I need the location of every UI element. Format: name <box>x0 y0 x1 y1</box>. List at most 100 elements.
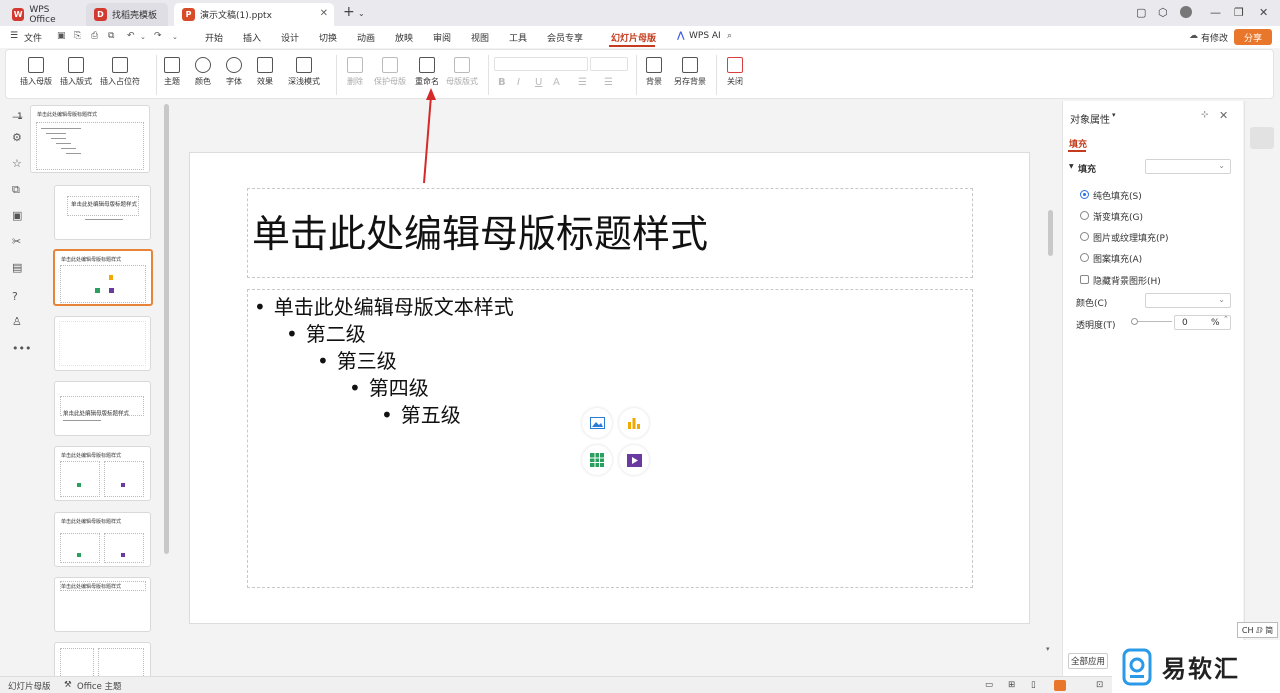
undo-dropdown-icon[interactable]: ⌄ <box>140 33 146 41</box>
preview-icon[interactable]: ⧉ <box>108 31 114 41</box>
insert-chart-button[interactable] <box>619 408 649 438</box>
text-level-4[interactable]: 第四级 <box>349 372 429 401</box>
effects-button[interactable]: 效果 <box>257 57 273 87</box>
collapse-sidebar-icon[interactable]: — <box>12 110 23 123</box>
close-master-button[interactable]: 关闭 <box>727 57 743 87</box>
ime-indicator[interactable]: CH ⅅ 简 <box>1237 622 1278 638</box>
menu-slide-master[interactable]: 幻灯片母版 <box>611 31 656 44</box>
tab-wps-office[interactable]: W WPS Office <box>4 3 84 26</box>
share-button[interactable]: 分享 <box>1234 29 1272 45</box>
image-icon[interactable]: ▣ <box>12 209 22 222</box>
customize-dropdown-icon[interactable]: ⌄ <box>172 33 178 41</box>
avatar[interactable] <box>1180 6 1192 18</box>
reading-view-icon[interactable]: ▯ <box>1031 680 1036 690</box>
transparency-slider-handle[interactable] <box>1131 318 1138 325</box>
menu-design[interactable]: 设计 <box>281 31 299 44</box>
thumb-layout-section[interactable]: 单击此处编辑母版标题样式 <box>54 381 151 436</box>
protect-master-button[interactable]: 保护母版 <box>374 57 406 87</box>
props-header[interactable]: 对象属性 <box>1070 111 1110 126</box>
menu-icon[interactable]: ☰ <box>10 31 18 41</box>
cube-icon[interactable]: ⬡ <box>1158 6 1168 19</box>
color-select[interactable]: ⌄ <box>1145 293 1231 308</box>
tab-dropdown-icon[interactable]: ⌄ <box>358 9 365 18</box>
minimize-icon[interactable]: — <box>1210 6 1221 19</box>
menu-view[interactable]: 视图 <box>471 31 489 44</box>
star-icon[interactable]: ☆ <box>12 157 22 170</box>
numbering-icon[interactable]: ☰ <box>604 77 613 88</box>
colors-button[interactable]: 颜色 <box>195 57 211 87</box>
menu-file[interactable]: 文件 <box>24 31 42 44</box>
insert-table-button[interactable] <box>582 445 612 475</box>
play-slideshow-icon[interactable] <box>1054 680 1066 691</box>
save-background-button[interactable]: 另存背景 <box>674 57 706 87</box>
radio-solid-fill[interactable] <box>1080 190 1089 199</box>
sorter-view-icon[interactable]: ⊞ <box>1008 680 1015 690</box>
font-name-select[interactable] <box>494 57 588 71</box>
pin-icon[interactable]: ⊹ <box>1201 110 1209 120</box>
thumbnail-scrollbar[interactable] <box>164 104 169 554</box>
normal-view-icon[interactable]: ▭ <box>985 680 993 690</box>
radio-picture-fill[interactable] <box>1080 232 1089 241</box>
thumb-master[interactable]: 单击此处编辑母版标题样式 <box>30 105 150 173</box>
insert-picture-button[interactable] <box>582 408 612 438</box>
theme-button[interactable]: 主题 <box>164 57 180 87</box>
insert-layout-button[interactable]: 插入版式 <box>60 57 92 87</box>
insert-master-button[interactable]: 插入母版 <box>20 57 52 87</box>
menu-slideshow[interactable]: 放映 <box>395 31 413 44</box>
menu-home[interactable]: 开始 <box>205 31 223 44</box>
scroll-down-icon[interactable]: ▾ <box>1046 645 1050 653</box>
search-icon[interactable]: ⌕ <box>727 31 732 41</box>
close-window-icon[interactable]: ✕ <box>1259 6 1268 19</box>
shirt-icon[interactable]: ♙ <box>12 315 22 328</box>
transparency-slider-track[interactable] <box>1138 321 1172 322</box>
menu-wps-ai[interactable]: WPS AI <box>689 31 721 41</box>
thumb-layout-title-only[interactable]: 单击此处编辑母版标题样式 <box>54 577 151 632</box>
menu-animation[interactable]: 动画 <box>357 31 375 44</box>
menu-tools[interactable]: 工具 <box>509 31 527 44</box>
fit-window-icon[interactable]: ⊡ <box>1096 680 1103 690</box>
undo-icon[interactable]: ↶ <box>127 31 135 41</box>
stepper-icon[interactable]: ⌃ <box>1223 315 1229 323</box>
save-icon[interactable]: ▣ <box>57 31 66 41</box>
window-layout-icon[interactable]: ▢ <box>1136 6 1146 19</box>
status-theme[interactable]: Office 主题 <box>77 680 122 692</box>
transparency-input[interactable]: 0 % ⌃ <box>1174 315 1231 330</box>
radio-gradient-fill[interactable] <box>1080 211 1089 220</box>
thumb-layout-blank[interactable] <box>54 316 151 371</box>
more-icon[interactable]: ••• <box>12 342 31 355</box>
depth-mode-button[interactable]: 深浅模式 <box>288 57 320 87</box>
props-header-dropdown-icon[interactable]: ▾ <box>1112 111 1116 119</box>
fonts-button[interactable]: 字体 <box>226 57 242 87</box>
text-level-5[interactable]: 第五级 <box>381 399 461 428</box>
menu-member[interactable]: 会员专享 <box>547 31 583 44</box>
font-color-button[interactable]: A <box>553 77 560 88</box>
fill-collapse-icon[interactable]: ▼ <box>1069 163 1074 170</box>
insert-placeholder-button[interactable]: 插入占位符 <box>100 57 140 87</box>
new-tab-icon[interactable]: + <box>343 4 355 20</box>
delete-button[interactable]: 删除 <box>347 57 363 87</box>
thumb-layout-title[interactable]: 单击此处编辑母版标题样式 <box>54 185 151 240</box>
properties-icon[interactable]: ⚙ <box>12 131 22 144</box>
help-icon[interactable]: ? <box>12 290 18 303</box>
menu-insert[interactable]: 插入 <box>243 31 261 44</box>
radio-pattern-fill[interactable] <box>1080 253 1089 262</box>
master-layout-button[interactable]: 母版版式 <box>446 57 478 87</box>
close-tab-icon[interactable]: ✕ <box>320 8 328 19</box>
bullets-icon[interactable]: ☰ <box>578 77 587 88</box>
canvas-scrollbar[interactable] <box>1048 210 1053 256</box>
rename-button[interactable]: 重命名 <box>415 57 439 87</box>
text-level-3[interactable]: 第三级 <box>317 345 397 374</box>
tab-template[interactable]: D 找稻壳模板 <box>86 3 168 26</box>
text-level-1[interactable]: 单击此处编辑母版文本样式 <box>254 291 514 320</box>
text-level-2[interactable]: 第二级 <box>286 318 366 347</box>
background-button[interactable]: 背景 <box>646 57 662 87</box>
apply-all-button[interactable]: 全部应用 <box>1068 653 1108 669</box>
menu-transition[interactable]: 切换 <box>319 31 337 44</box>
slide-title[interactable]: 单击此处编辑母版标题样式 <box>252 203 708 258</box>
italic-button[interactable]: I <box>517 77 520 88</box>
restore-icon[interactable]: ❐ <box>1234 6 1244 19</box>
export-icon[interactable]: ⎘ <box>74 31 81 41</box>
underline-button[interactable]: U <box>535 77 542 88</box>
redo-icon[interactable]: ↷ <box>154 31 162 41</box>
bold-button[interactable]: B <box>498 77 506 88</box>
